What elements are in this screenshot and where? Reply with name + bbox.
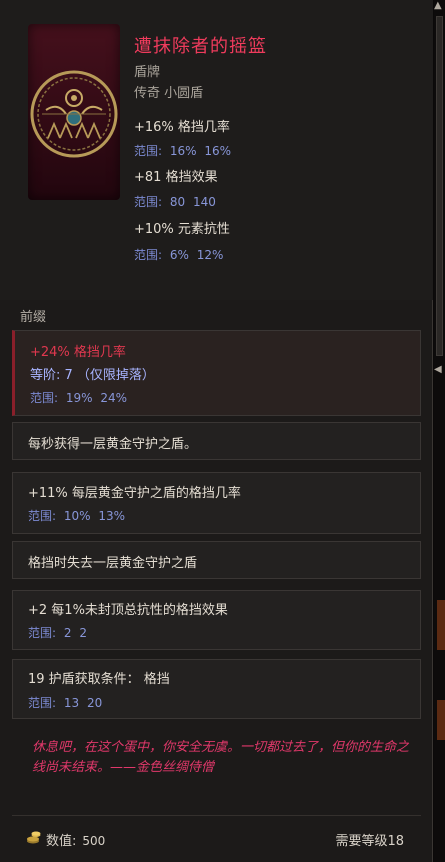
item-value: 500 [82,834,106,848]
range-max: 13% [98,509,126,523]
affix-range: 范围: 13 20 [28,694,102,711]
required-level: 需要等级18 [335,834,404,849]
affix-text: 19 护盾获取条件： 格挡 [28,672,170,687]
implicit-mod: +16% 格挡几率 [134,120,230,135]
range-max: 2 [79,626,87,640]
implicit-range: 范围: 16% 16% [134,142,231,159]
item-category: 盾牌 [134,65,161,80]
affix-row[interactable]: +11% 每层黄金守护之盾的格挡几率 范围: 10% 13% [12,472,421,534]
item-header: 遭抹除者的摇篮 盾牌 传奇 小圆盾 +16% 格挡几率 范围: 16% 16% … [0,0,433,300]
range-max: 140 [192,195,216,209]
affix-range: 范围: 2 2 [28,624,87,641]
range-min: 13 [63,696,80,710]
affix-text: +2 每1%未封顶总抗性的格挡效果 [28,603,228,618]
affix-text: 每秒获得一层黄金守护之盾。 [28,437,198,452]
affix-row[interactable]: +24% 格挡几率 等阶: 7 （仅限掉落） 范围: 19% 24% [12,330,421,416]
background-decoration [437,700,445,740]
affix-text: +11% 每层黄金守护之盾的格挡几率 [28,486,241,501]
affix-range: 范围: 10% 13% [28,507,125,524]
implicit-mod: +81 格挡效果 [134,170,218,185]
affix-tier: 等阶: 7 （仅限掉落） [30,368,155,383]
range-label: 范围: [134,195,163,209]
affix-text: 格挡时失去一层黄金守护之盾 [28,556,198,571]
implicit-range: 范围: 80 140 [134,193,216,210]
scroll-thumb[interactable] [436,16,443,356]
affix-row[interactable]: 19 护盾获取条件： 格挡 范围: 13 20 [12,659,421,719]
value-row: 数值: 500 [46,830,105,849]
range-label: 范围: [134,144,163,158]
affix-row[interactable]: 格挡时失去一层黄金守护之盾 [12,541,421,579]
range-label: 范围: [30,391,59,405]
background-decoration [437,600,445,650]
affix-text: +24% 格挡几率 [30,345,126,360]
value-label: 数值: [46,834,77,849]
shield-emblem-icon [28,24,120,200]
range-min: 10% [63,509,91,523]
affix-row[interactable]: +2 每1%未封顶总抗性的格挡效果 范围: 2 2 [12,590,421,650]
scroll-left-icon: ◀ [434,364,442,375]
implicit-mod: +10% 元素抗性 [134,222,230,237]
range-label: 范围: [134,248,163,262]
affix-row[interactable]: 每秒获得一层黄金守护之盾。 [12,422,421,460]
scroll-up-icon[interactable]: ▲ [434,0,442,11]
range-max: 12% [196,248,224,262]
gold-coins-icon [27,831,41,844]
range-min: 2 [63,626,72,640]
range-min: 16% [169,144,197,158]
range-max: 24% [100,391,128,405]
range-label: 范围: [28,626,57,640]
item-rarity-type: 传奇 小圆盾 [134,86,204,101]
range-max: 20 [86,696,103,710]
item-name: 遭抹除者的摇篮 [134,36,267,57]
range-label: 范围: [28,696,57,710]
implicit-range: 范围: 6% 12% [134,246,223,263]
prefix-section-label: 前缀 [20,310,47,325]
range-min: 6% [169,248,189,262]
footer-divider [12,815,421,816]
range-max: 16% [204,144,232,158]
range-min: 19% [65,391,93,405]
range-min: 80 [169,195,186,209]
affix-range: 范围: 19% 24% [30,389,127,406]
range-label: 范围: [28,509,57,523]
item-lore: 休息吧，在这个蛋中，你安全无虞。一切都过去了，但你的生命之线尚未结束。——金色丝… [32,740,410,775]
item-tooltip: 遭抹除者的摇篮 盾牌 传奇 小圆盾 +16% 格挡几率 范围: 16% 16% … [0,0,433,862]
